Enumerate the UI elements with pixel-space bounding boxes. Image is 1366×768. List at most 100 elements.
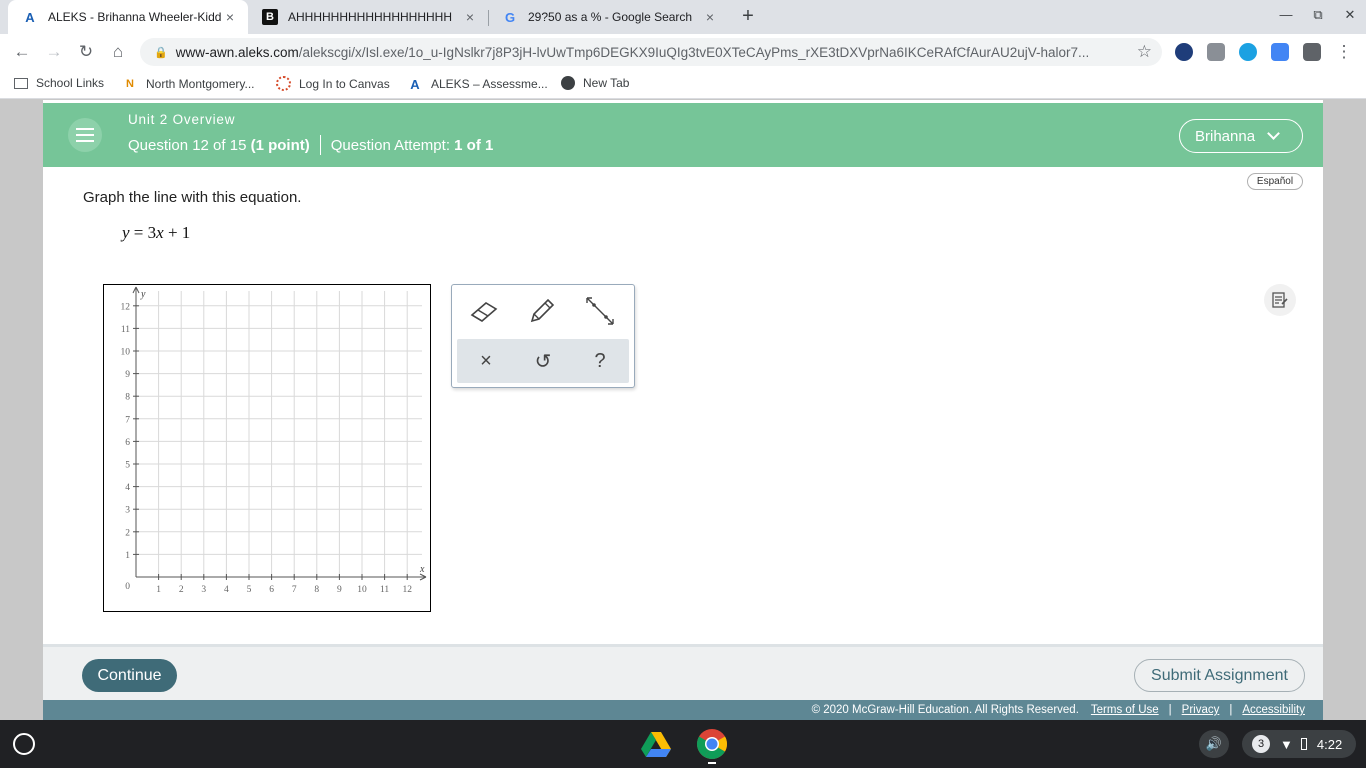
equation-constant: + 1	[163, 223, 191, 242]
submit-assignment-button[interactable]: Submit Assignment	[1134, 659, 1305, 692]
bookmark-aleks[interactable]: A ALEKS – Assessme...	[407, 76, 548, 92]
hamburger-menu-button[interactable]	[68, 118, 102, 152]
x-tick-label: 11	[380, 585, 389, 595]
user-menu-button[interactable]: Brihanna	[1179, 119, 1303, 153]
coordinate-grid[interactable]: 1 2 3 4 5 6 7 8 9 10 11 121234567891011120xy	[104, 285, 430, 611]
close-window-icon[interactable]: ✕	[1340, 7, 1360, 23]
tab-ahh[interactable]: B AHHHHHHHHHHHHHHHHHH ×	[248, 0, 488, 34]
notification-count: 3	[1252, 735, 1270, 753]
pencil-icon[interactable]	[522, 291, 562, 331]
help-button[interactable]: ?	[580, 341, 620, 381]
media-controls-icon[interactable]: 🔊	[1199, 730, 1229, 758]
bookmark-canvas[interactable]: Log In to Canvas	[276, 76, 390, 91]
chevron-down-icon	[1267, 127, 1280, 140]
equation: y = 3x + 1	[122, 223, 190, 243]
terms-link[interactable]: Terms of Use	[1091, 704, 1159, 716]
footer-action-bar: Continue Submit Assignment	[43, 644, 1323, 700]
graph-toolbox: × ↺ ?	[451, 284, 635, 388]
close-tab-icon[interactable]: ×	[702, 9, 718, 25]
extension-blue-icon[interactable]	[1239, 43, 1257, 61]
tab-google[interactable]: G 29?50 as a % - Google Search ×	[488, 0, 728, 34]
bookmark-north-montgomery[interactable]: N North Montgomery...	[122, 76, 254, 92]
x-tick-label: 5	[247, 585, 252, 595]
notes-icon[interactable]	[1264, 284, 1296, 316]
north-montgomery-icon: N	[126, 78, 134, 90]
unit-title: Unit 2 Overview	[128, 112, 236, 127]
close-tab-icon[interactable]: ×	[462, 9, 478, 25]
extension-k-icon[interactable]	[1175, 43, 1193, 61]
close-tab-icon[interactable]: ×	[222, 9, 238, 25]
y-tick-label: 4	[125, 483, 130, 493]
footer-separator: |	[1229, 704, 1233, 716]
bookmark-new-tab[interactable]: New Tab	[561, 76, 629, 90]
tab-title: AHHHHHHHHHHHHHHHHHH	[288, 10, 452, 24]
y-tick-label: 10	[121, 348, 131, 358]
bookmark-label: Log In to Canvas	[299, 76, 390, 91]
legal-footer: © 2020 McGraw-Hill Education. All Rights…	[43, 700, 1323, 720]
extensions-puzzle-icon[interactable]	[1303, 43, 1321, 61]
attempt-label: Question Attempt:	[330, 136, 450, 154]
attempt-value: 1 of 1	[454, 136, 494, 154]
restore-icon[interactable]: ⧉	[1308, 7, 1328, 23]
y-tick-label: 2	[125, 528, 130, 538]
battery-icon	[1300, 738, 1307, 750]
brainly-favicon-icon: B	[262, 9, 278, 25]
graph-canvas[interactable]: 1 2 3 4 5 6 7 8 9 10 11 12 1 2 3 4 5 6 7 8 9 10 11 12 0 x y	[103, 284, 431, 612]
system-status-area[interactable]: 3 ▼ 4:22	[1242, 730, 1356, 758]
address-bar[interactable]: 🔒 www-awn.aleks.com /alekscgi/x/Isl.exe/…	[140, 38, 1162, 66]
question-prompt: Graph the line with this equation.	[83, 189, 302, 206]
new-tab-button[interactable]: +	[736, 5, 760, 29]
browser-tab-strip: A ALEKS - Brihanna Wheeler-Kidd - × B AH…	[0, 0, 1366, 34]
question-number: Question 12 of 15	[128, 136, 247, 154]
accessibility-link[interactable]: Accessibility	[1242, 704, 1305, 716]
url-path: /alekscgi/x/Isl.exe/1o_u-IgNslkr7j8P3jH-…	[298, 44, 1090, 60]
origin-label: 0	[125, 582, 130, 592]
launcher-icon[interactable]	[13, 733, 35, 755]
extension-docs-icon[interactable]	[1271, 43, 1289, 61]
bookmark-star-icon[interactable]: ☆	[1137, 42, 1152, 62]
x-tick-label: 8	[314, 585, 319, 595]
browser-toolbar: ← → ↻ ⌂ 🔒 www-awn.aleks.com /alekscgi/x/…	[0, 34, 1366, 70]
line-tool-icon[interactable]	[580, 291, 620, 331]
x-tick-label: 1	[156, 585, 161, 595]
google-favicon-icon: G	[504, 9, 516, 25]
bookmark-label: New Tab	[583, 76, 630, 90]
espanol-button[interactable]: Español	[1247, 173, 1303, 190]
bookmark-school-links[interactable]: School Links	[14, 76, 104, 90]
y-tick-label: 12	[121, 302, 131, 312]
eraser-icon[interactable]	[464, 291, 504, 331]
undo-button[interactable]: ↺	[523, 341, 563, 381]
equation-x: x	[156, 223, 164, 242]
google-drive-icon[interactable]	[640, 728, 672, 760]
lock-icon: 🔒	[154, 46, 168, 59]
x-tick-label: 2	[179, 585, 184, 595]
extension-grey-icon[interactable]	[1207, 43, 1225, 61]
forward-icon[interactable]: →	[43, 41, 65, 63]
tab-title: 29?50 as a % - Google Search	[528, 10, 693, 24]
clear-button[interactable]: ×	[466, 341, 506, 381]
aleks-header: Unit 2 Overview Question 12 of 15 (1 poi…	[43, 103, 1323, 167]
y-axis-label: y	[140, 289, 146, 300]
chrome-icon[interactable]	[696, 728, 728, 764]
aleks-page: Unit 2 Overview Question 12 of 15 (1 poi…	[43, 100, 1323, 720]
y-tick-label: 8	[125, 393, 130, 403]
os-shelf: 🔊 3 ▼ 4:22	[0, 720, 1366, 768]
y-tick-label: 7	[125, 415, 130, 425]
minimize-icon[interactable]: —	[1276, 7, 1296, 22]
x-tick-label: 6	[269, 585, 274, 595]
back-icon[interactable]: ←	[11, 41, 33, 63]
browser-menu-icon[interactable]: ⋮	[1333, 41, 1355, 63]
y-tick-label: 1	[125, 551, 130, 561]
y-tick-label: 6	[125, 438, 130, 448]
continue-button[interactable]: Continue	[82, 659, 177, 692]
globe-icon	[561, 76, 575, 90]
x-axis-label: x	[419, 564, 425, 575]
reload-icon[interactable]: ↻	[75, 41, 97, 63]
copyright-text: © 2020 McGraw-Hill Education. All Rights…	[811, 704, 1079, 716]
equation-coefficient: = 3	[129, 223, 157, 242]
home-icon[interactable]: ⌂	[107, 41, 129, 63]
bookmark-label: ALEKS – Assessme...	[431, 77, 548, 91]
tab-aleks[interactable]: A ALEKS - Brihanna Wheeler-Kidd - ×	[8, 0, 248, 34]
privacy-link[interactable]: Privacy	[1182, 704, 1220, 716]
x-tick-label: 4	[224, 585, 229, 595]
